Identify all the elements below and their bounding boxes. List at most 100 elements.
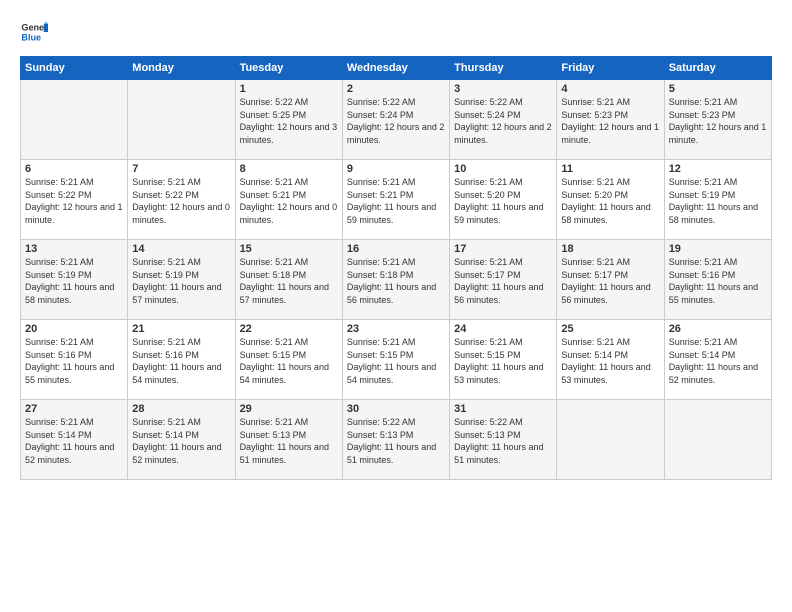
calendar-cell: 23Sunrise: 5:21 AM Sunset: 5:15 PM Dayli…	[342, 320, 449, 400]
calendar-cell: 1Sunrise: 5:22 AM Sunset: 5:25 PM Daylig…	[235, 80, 342, 160]
calendar-cell: 2Sunrise: 5:22 AM Sunset: 5:24 PM Daylig…	[342, 80, 449, 160]
day-info: Sunrise: 5:21 AM Sunset: 5:14 PM Dayligh…	[561, 336, 659, 386]
calendar-cell: 16Sunrise: 5:21 AM Sunset: 5:18 PM Dayli…	[342, 240, 449, 320]
day-number: 1	[240, 83, 338, 95]
day-number: 15	[240, 243, 338, 255]
calendar-cell: 20Sunrise: 5:21 AM Sunset: 5:16 PM Dayli…	[21, 320, 128, 400]
weekday-header-saturday: Saturday	[664, 57, 771, 80]
calendar-cell: 13Sunrise: 5:21 AM Sunset: 5:19 PM Dayli…	[21, 240, 128, 320]
calendar-cell: 27Sunrise: 5:21 AM Sunset: 5:14 PM Dayli…	[21, 400, 128, 480]
day-number: 29	[240, 403, 338, 415]
day-number: 4	[561, 83, 659, 95]
weekday-header-row: SundayMondayTuesdayWednesdayThursdayFrid…	[21, 57, 772, 80]
calendar-cell: 18Sunrise: 5:21 AM Sunset: 5:17 PM Dayli…	[557, 240, 664, 320]
day-info: Sunrise: 5:21 AM Sunset: 5:13 PM Dayligh…	[240, 416, 338, 466]
calendar-cell	[128, 80, 235, 160]
weekday-header-tuesday: Tuesday	[235, 57, 342, 80]
day-info: Sunrise: 5:21 AM Sunset: 5:20 PM Dayligh…	[561, 176, 659, 226]
calendar-cell: 8Sunrise: 5:21 AM Sunset: 5:21 PM Daylig…	[235, 160, 342, 240]
calendar-table: SundayMondayTuesdayWednesdayThursdayFrid…	[20, 56, 772, 480]
day-number: 9	[347, 163, 445, 175]
calendar-cell: 4Sunrise: 5:21 AM Sunset: 5:23 PM Daylig…	[557, 80, 664, 160]
calendar-cell	[664, 400, 771, 480]
calendar-cell: 28Sunrise: 5:21 AM Sunset: 5:14 PM Dayli…	[128, 400, 235, 480]
day-number: 22	[240, 323, 338, 335]
day-number: 31	[454, 403, 552, 415]
day-info: Sunrise: 5:21 AM Sunset: 5:17 PM Dayligh…	[454, 256, 552, 306]
day-number: 30	[347, 403, 445, 415]
day-number: 16	[347, 243, 445, 255]
calendar-cell: 26Sunrise: 5:21 AM Sunset: 5:14 PM Dayli…	[664, 320, 771, 400]
day-number: 11	[561, 163, 659, 175]
day-info: Sunrise: 5:21 AM Sunset: 5:22 PM Dayligh…	[25, 176, 123, 226]
svg-text:Blue: Blue	[21, 32, 41, 42]
calendar-week-2: 6Sunrise: 5:21 AM Sunset: 5:22 PM Daylig…	[21, 160, 772, 240]
day-number: 25	[561, 323, 659, 335]
calendar-cell: 7Sunrise: 5:21 AM Sunset: 5:22 PM Daylig…	[128, 160, 235, 240]
day-info: Sunrise: 5:21 AM Sunset: 5:20 PM Dayligh…	[454, 176, 552, 226]
calendar-cell: 25Sunrise: 5:21 AM Sunset: 5:14 PM Dayli…	[557, 320, 664, 400]
day-number: 5	[669, 83, 767, 95]
day-number: 23	[347, 323, 445, 335]
day-info: Sunrise: 5:21 AM Sunset: 5:16 PM Dayligh…	[25, 336, 123, 386]
day-info: Sunrise: 5:21 AM Sunset: 5:14 PM Dayligh…	[669, 336, 767, 386]
day-number: 18	[561, 243, 659, 255]
day-info: Sunrise: 5:21 AM Sunset: 5:15 PM Dayligh…	[454, 336, 552, 386]
day-number: 24	[454, 323, 552, 335]
calendar-cell: 12Sunrise: 5:21 AM Sunset: 5:19 PM Dayli…	[664, 160, 771, 240]
day-number: 14	[132, 243, 230, 255]
day-info: Sunrise: 5:21 AM Sunset: 5:16 PM Dayligh…	[669, 256, 767, 306]
calendar-cell: 30Sunrise: 5:22 AM Sunset: 5:13 PM Dayli…	[342, 400, 449, 480]
calendar-cell	[557, 400, 664, 480]
day-info: Sunrise: 5:21 AM Sunset: 5:18 PM Dayligh…	[347, 256, 445, 306]
day-number: 12	[669, 163, 767, 175]
calendar-cell: 19Sunrise: 5:21 AM Sunset: 5:16 PM Dayli…	[664, 240, 771, 320]
day-number: 27	[25, 403, 123, 415]
calendar-cell: 6Sunrise: 5:21 AM Sunset: 5:22 PM Daylig…	[21, 160, 128, 240]
weekday-header-sunday: Sunday	[21, 57, 128, 80]
day-number: 8	[240, 163, 338, 175]
day-number: 3	[454, 83, 552, 95]
day-info: Sunrise: 5:21 AM Sunset: 5:19 PM Dayligh…	[669, 176, 767, 226]
day-info: Sunrise: 5:22 AM Sunset: 5:24 PM Dayligh…	[454, 96, 552, 146]
day-number: 10	[454, 163, 552, 175]
logo: General Blue	[20, 18, 48, 46]
calendar-cell: 3Sunrise: 5:22 AM Sunset: 5:24 PM Daylig…	[450, 80, 557, 160]
calendar-cell: 5Sunrise: 5:21 AM Sunset: 5:23 PM Daylig…	[664, 80, 771, 160]
day-info: Sunrise: 5:21 AM Sunset: 5:22 PM Dayligh…	[132, 176, 230, 226]
logo-icon: General Blue	[20, 18, 48, 46]
weekday-header-friday: Friday	[557, 57, 664, 80]
calendar-week-3: 13Sunrise: 5:21 AM Sunset: 5:19 PM Dayli…	[21, 240, 772, 320]
day-info: Sunrise: 5:21 AM Sunset: 5:14 PM Dayligh…	[25, 416, 123, 466]
day-info: Sunrise: 5:22 AM Sunset: 5:13 PM Dayligh…	[454, 416, 552, 466]
calendar-cell: 21Sunrise: 5:21 AM Sunset: 5:16 PM Dayli…	[128, 320, 235, 400]
day-number: 19	[669, 243, 767, 255]
calendar-week-1: 1Sunrise: 5:22 AM Sunset: 5:25 PM Daylig…	[21, 80, 772, 160]
weekday-header-wednesday: Wednesday	[342, 57, 449, 80]
calendar-cell: 17Sunrise: 5:21 AM Sunset: 5:17 PM Dayli…	[450, 240, 557, 320]
day-number: 17	[454, 243, 552, 255]
day-number: 26	[669, 323, 767, 335]
weekday-header-thursday: Thursday	[450, 57, 557, 80]
day-info: Sunrise: 5:21 AM Sunset: 5:18 PM Dayligh…	[240, 256, 338, 306]
day-info: Sunrise: 5:22 AM Sunset: 5:24 PM Dayligh…	[347, 96, 445, 146]
day-info: Sunrise: 5:21 AM Sunset: 5:21 PM Dayligh…	[240, 176, 338, 226]
day-info: Sunrise: 5:21 AM Sunset: 5:17 PM Dayligh…	[561, 256, 659, 306]
day-number: 6	[25, 163, 123, 175]
day-info: Sunrise: 5:22 AM Sunset: 5:25 PM Dayligh…	[240, 96, 338, 146]
calendar-cell: 29Sunrise: 5:21 AM Sunset: 5:13 PM Dayli…	[235, 400, 342, 480]
calendar-cell: 14Sunrise: 5:21 AM Sunset: 5:19 PM Dayli…	[128, 240, 235, 320]
day-info: Sunrise: 5:21 AM Sunset: 5:15 PM Dayligh…	[347, 336, 445, 386]
day-info: Sunrise: 5:21 AM Sunset: 5:16 PM Dayligh…	[132, 336, 230, 386]
calendar-week-4: 20Sunrise: 5:21 AM Sunset: 5:16 PM Dayli…	[21, 320, 772, 400]
calendar-cell: 31Sunrise: 5:22 AM Sunset: 5:13 PM Dayli…	[450, 400, 557, 480]
calendar-cell: 15Sunrise: 5:21 AM Sunset: 5:18 PM Dayli…	[235, 240, 342, 320]
day-info: Sunrise: 5:21 AM Sunset: 5:15 PM Dayligh…	[240, 336, 338, 386]
page-header: General Blue	[20, 18, 772, 46]
day-number: 13	[25, 243, 123, 255]
calendar-cell: 9Sunrise: 5:21 AM Sunset: 5:21 PM Daylig…	[342, 160, 449, 240]
calendar-cell	[21, 80, 128, 160]
day-number: 21	[132, 323, 230, 335]
calendar-week-5: 27Sunrise: 5:21 AM Sunset: 5:14 PM Dayli…	[21, 400, 772, 480]
weekday-header-monday: Monday	[128, 57, 235, 80]
